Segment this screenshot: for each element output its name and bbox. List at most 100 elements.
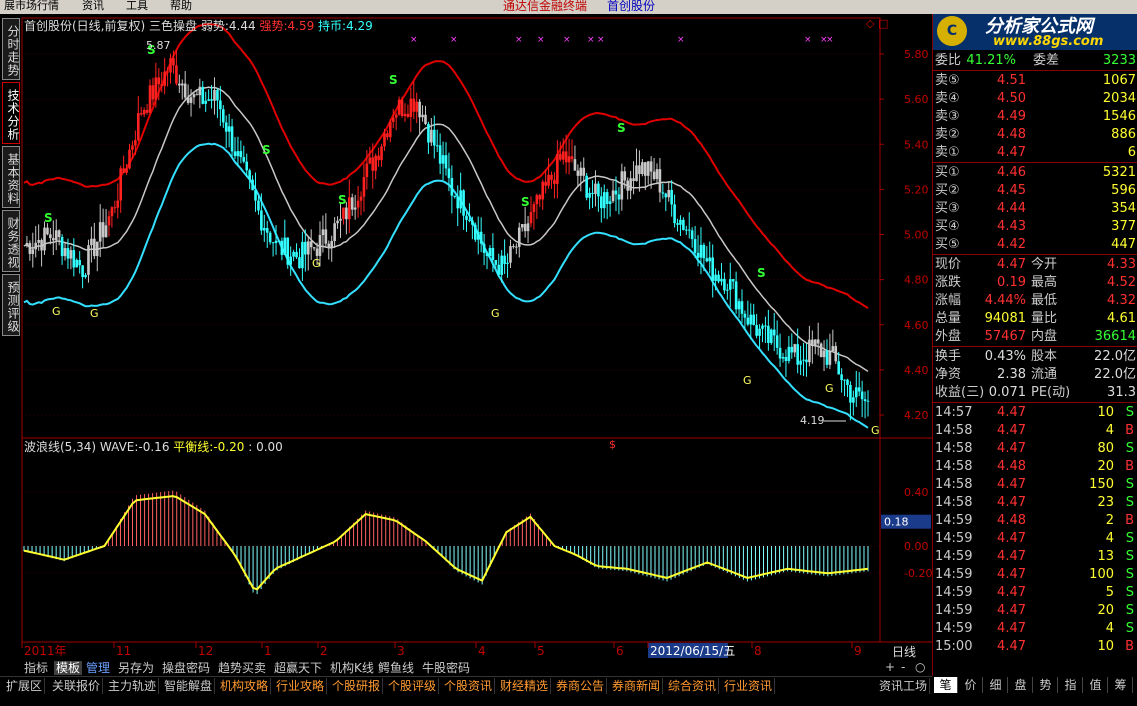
sell-signal-marker: S [44, 211, 53, 225]
quote-view-tab[interactable]: 价 [959, 677, 983, 693]
candle-body [242, 157, 246, 162]
candle-body [321, 229, 325, 236]
template-tab[interactable]: 操盘密码 [160, 661, 212, 675]
tick-row: 14:58 4.47 23 S [933, 494, 1137, 512]
candle-body [438, 145, 442, 164]
info-tab[interactable]: 扩展区 [4, 678, 46, 694]
menu-market[interactable]: 展市场行情 [4, 0, 59, 12]
dividend-marker: $ [609, 438, 616, 451]
main-chart-header: 首创股份(日线,前复权) 三色操盘 弱势:4.44 强势:4.59 持币:4.2… [24, 19, 373, 33]
info-tab[interactable]: 智能解盘 [162, 678, 216, 694]
candle-body [796, 344, 799, 365]
candle-body [336, 220, 339, 224]
chart-area[interactable]: S S S S S S S S G G G G G G G × × × × × × × × × × × $ 5.80 5.60 5.40… [0, 14, 932, 660]
quote-view-tab[interactable]: 指 [1059, 677, 1083, 693]
candle-body [383, 133, 386, 147]
zoom-out-button[interactable]: - [901, 660, 905, 674]
zoom-reset-button[interactable]: ○ [915, 660, 925, 674]
sell-volume: 1067 [1102, 73, 1136, 88]
template-tab[interactable]: 趋势买卖 [216, 661, 268, 675]
tick-side: S [1125, 531, 1134, 546]
candle-body [828, 351, 832, 365]
x-tick-label: 5 [537, 644, 545, 658]
info-tab[interactable]: 券商公告 [554, 678, 608, 694]
tick-volume: 4 [1105, 621, 1114, 636]
diff-label: 委差 [1033, 53, 1060, 68]
sell-signal-marker: S [338, 193, 347, 207]
candle-body [702, 244, 706, 259]
y-tick-label: 5.00 [904, 229, 929, 242]
info-tab[interactable]: 个股研报 [330, 678, 384, 694]
candle-body [227, 126, 231, 132]
candle-body [180, 83, 184, 86]
candle-body [213, 89, 216, 101]
menu-tools[interactable]: 工具 [126, 0, 148, 12]
quote-view-tab[interactable]: 势 [1034, 677, 1058, 693]
zoom-in-button[interactable]: + [885, 660, 895, 674]
template-tab[interactable]: 管理 [84, 661, 112, 675]
tick-volume: 4 [1105, 423, 1114, 438]
buy-level-row: 买① 4.46 5321 [933, 164, 1137, 182]
info-tab[interactable]: 个股资讯 [442, 678, 496, 694]
info-tab[interactable]: 行业攻略 [274, 678, 328, 694]
candle-body [456, 196, 460, 209]
info-tab[interactable]: 关联报价 [50, 678, 104, 694]
quote-view-tab[interactable]: 笔 [934, 677, 958, 693]
info-tab[interactable]: 个股评级 [386, 678, 440, 694]
app-title: 通达信金融终端 [503, 0, 588, 13]
info-tab[interactable]: 主力轨迹 [106, 678, 160, 694]
buy-level-label: 买⑤ [935, 237, 960, 252]
tick-side: S [1125, 567, 1134, 582]
quote-view-tab[interactable]: 细 [984, 677, 1008, 693]
quote-view-tab[interactable]: 值 [1084, 677, 1108, 693]
candle-body [752, 314, 756, 325]
sell-signal-marker: S [389, 73, 398, 87]
quote-view-tab[interactable]: 盘 [1009, 677, 1033, 693]
candle-body [632, 178, 635, 182]
candle-body [236, 151, 240, 157]
info-tab[interactable]: 券商新闻 [610, 678, 664, 694]
wave-value: -0.16 [138, 440, 170, 454]
candle-body [523, 224, 527, 232]
quote-view-tab[interactable]: 筹 [1109, 677, 1133, 693]
template-tab[interactable]: 模板 [54, 661, 83, 675]
chart-canvas[interactable]: SSSSSSSSG GGGGGG× × × × × × × × × ××$ 5.805.605.40… [0, 14, 932, 660]
candle-body [257, 200, 260, 211]
candle-body [394, 114, 398, 118]
info-tab[interactable]: 资讯工场 [877, 678, 931, 694]
period-label[interactable]: 日线 [892, 645, 916, 659]
menu-help[interactable]: 帮助 [170, 0, 192, 12]
fund-value: 22.0亿 [1094, 349, 1136, 364]
tick-price: 4.47 [997, 585, 1026, 600]
tick-time: 14:59 [935, 531, 973, 546]
candle-body [685, 229, 688, 231]
candle-body [479, 231, 483, 244]
candle-body [655, 169, 659, 180]
template-tab[interactable]: 超赢天下 [272, 661, 324, 675]
template-tab[interactable]: 另存为 [116, 661, 156, 675]
tick-price: 4.47 [997, 567, 1026, 582]
buy-price: 4.44 [997, 201, 1026, 216]
candle-body [101, 222, 105, 238]
candle-body [506, 262, 509, 264]
menu-news[interactable]: 资讯 [82, 0, 104, 12]
template-tab[interactable]: 牛股密码 [420, 661, 472, 675]
chart-window-icons[interactable]: ◇ □ [866, 17, 888, 31]
candle-body [550, 174, 553, 180]
info-tab[interactable]: 综合资讯 [666, 678, 720, 694]
zoom-controls: + - ○ [881, 660, 931, 676]
event-marker: × [826, 35, 834, 45]
candle-body [221, 109, 225, 123]
template-tab[interactable]: 指标 [22, 661, 50, 675]
sell-price: 4.47 [997, 145, 1026, 160]
buy-price: 4.46 [997, 165, 1026, 180]
buy-signal-marker: G [312, 257, 321, 270]
candle-body [526, 223, 530, 232]
template-tab[interactable]: 机构K线 [328, 661, 376, 675]
candle-body [195, 94, 199, 96]
info-tab[interactable]: 行业资讯 [722, 678, 776, 694]
template-tab[interactable]: 鳄鱼线 [376, 661, 416, 675]
tick-row: 14:58 4.47 4 B [933, 422, 1137, 440]
info-tab[interactable]: 财经精选 [498, 678, 552, 694]
info-tab[interactable]: 机构攻略 [218, 678, 272, 694]
